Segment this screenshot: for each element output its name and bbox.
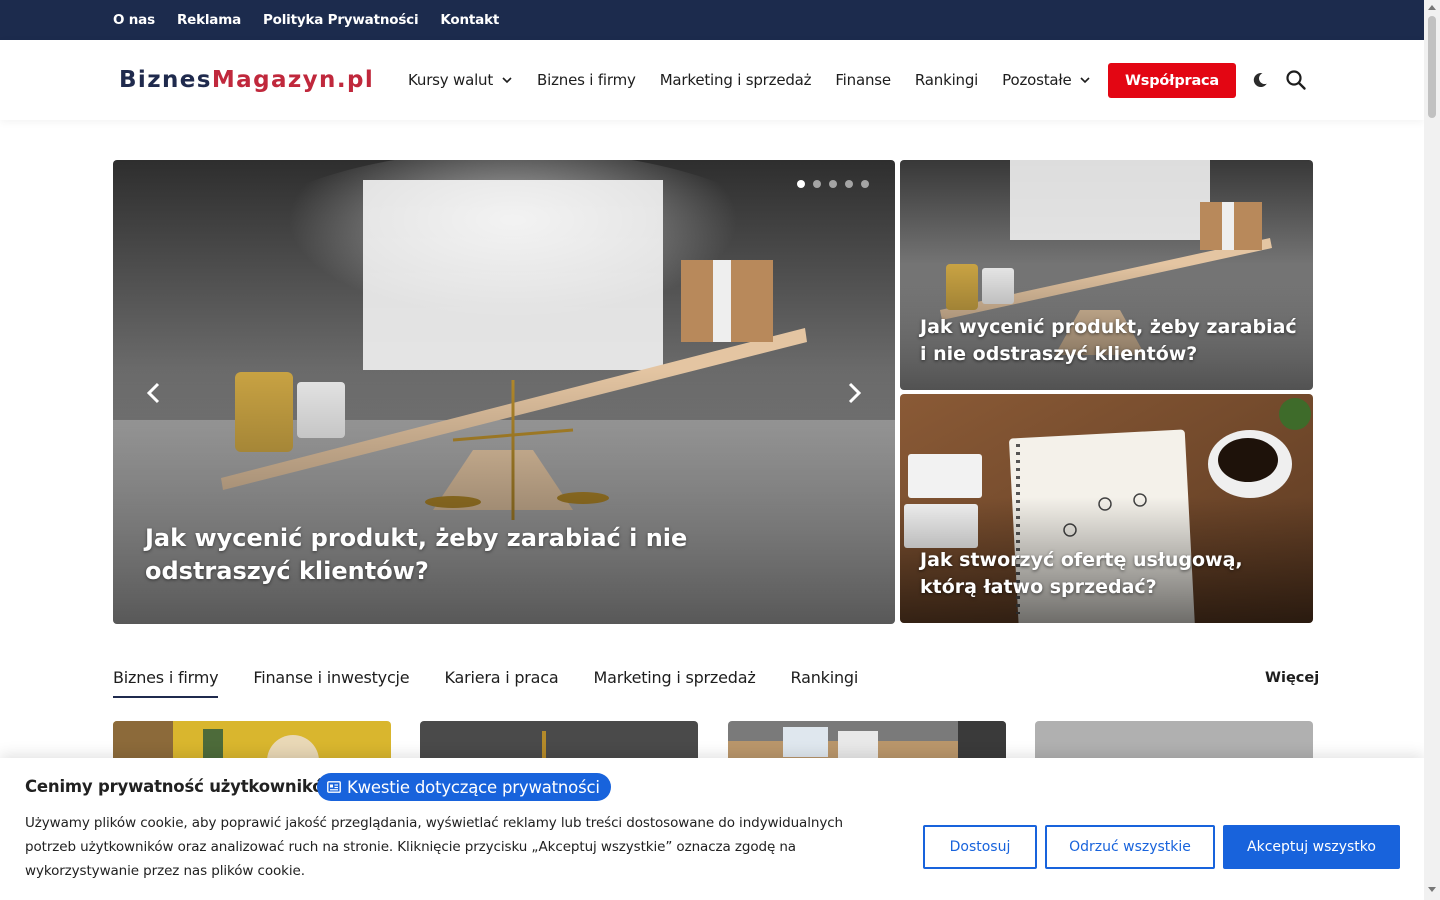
top-bar: O nas Reklama Polityka Prywatności Konta… (0, 0, 1424, 40)
nav-item-label: Marketing i sprzedaż (659, 71, 812, 89)
cookie-title: Cenimy prywatność użytkowników (25, 777, 339, 796)
site-header: BiznesMagazyn.pl Kursy walut Biznes i fi… (0, 40, 1424, 120)
tab-finanse-i-inwestycje[interactable]: Finanse i inwestycje (253, 668, 409, 698)
main-nav: Kursy walut Biznes i firmy Marketing i s… (408, 40, 1115, 120)
search-icon[interactable] (1285, 69, 1307, 91)
tab-marketing-i-sprzedaz[interactable]: Marketing i sprzedaż (593, 668, 755, 698)
logo-part-1: Biznes (119, 67, 212, 93)
tab-rankingi[interactable]: Rankingi (791, 668, 859, 698)
nav-item-finanse[interactable]: Finanse (835, 71, 891, 89)
slider-dot[interactable] (845, 180, 853, 188)
chevron-down-icon (502, 77, 512, 84)
scroll-down-arrow[interactable] (1428, 887, 1436, 892)
category-tabs: Biznes i firmy Finanse i inwestycje Kari… (113, 668, 858, 698)
cookie-description: Używamy plików cookie, aby poprawić jako… (25, 815, 843, 879)
nav-item-label: Biznes i firmy (537, 71, 636, 89)
reject-all-button[interactable]: Odrzuć wszystkie (1045, 825, 1215, 869)
nav-item-kursy-walut[interactable]: Kursy walut (408, 71, 513, 89)
nav-item-pozostale[interactable]: Pozostałe (1002, 71, 1091, 89)
nav-item-label: Kursy walut (408, 71, 494, 89)
slider-dot[interactable] (861, 180, 869, 188)
site-logo[interactable]: BiznesMagazyn.pl (119, 67, 374, 93)
chevron-right-icon[interactable] (841, 378, 867, 408)
hero-slider[interactable]: Jak wycenić produkt, żeby zarabiać i nie… (113, 160, 895, 624)
page-scrollbar[interactable] (1424, 0, 1440, 900)
tab-biznes-i-firmy[interactable]: Biznes i firmy (113, 668, 219, 698)
scroll-thumb[interactable] (1428, 16, 1436, 118)
more-link[interactable]: Więcej (1265, 670, 1319, 686)
top-link-about[interactable]: O nas (113, 12, 155, 28)
moon-icon[interactable] (1251, 71, 1269, 89)
slider-dot[interactable] (797, 180, 805, 188)
slider-dots (797, 180, 869, 188)
nav-item-rankingi[interactable]: Rankingi (915, 71, 978, 89)
slider-dot[interactable] (813, 180, 821, 188)
cookie-banner: Cenimy prywatność użytkowników Kwestie d… (0, 758, 1424, 900)
document-icon (327, 781, 341, 793)
top-link-ads[interactable]: Reklama (177, 12, 241, 28)
privacy-link-label: Kwestie dotyczące prywatności (347, 777, 600, 797)
logo-part-2: Magazyn.pl (211, 67, 375, 93)
nav-item-label: Finanse (835, 71, 891, 89)
top-link-privacy[interactable]: Polityka Prywatności (263, 12, 419, 28)
cooperation-button[interactable]: Współpraca (1108, 63, 1236, 98)
scroll-up-arrow[interactable] (1428, 5, 1436, 10)
hero-title[interactable]: Jak wycenić produkt, żeby zarabiać i nie… (145, 522, 825, 588)
side-article-title[interactable]: Jak wycenić produkt, żeby zarabiać i nie… (920, 314, 1300, 368)
nav-item-marketing[interactable]: Marketing i sprzedaż (660, 71, 812, 89)
tab-kariera-i-praca[interactable]: Kariera i praca (444, 668, 558, 698)
customize-button[interactable]: Dostosuj (923, 825, 1037, 869)
side-article-title[interactable]: Jak stworzyć ofertę usługową, którą łatw… (920, 547, 1300, 601)
chevron-down-icon (1080, 77, 1091, 84)
top-links: O nas Reklama Polityka Prywatności Konta… (113, 0, 499, 40)
slider-dot[interactable] (829, 180, 837, 188)
nav-item-label: Rankingi (914, 71, 979, 89)
privacy-link[interactable]: Kwestie dotyczące prywatności (317, 773, 611, 801)
nav-item-biznes[interactable]: Biznes i firmy (537, 71, 636, 89)
top-link-contact[interactable]: Kontakt (440, 12, 499, 28)
side-article-2[interactable]: Jak stworzyć ofertę usługową, którą łatw… (900, 394, 1313, 623)
side-article-1[interactable]: Jak wycenić produkt, żeby zarabiać i nie… (900, 160, 1313, 390)
chevron-left-icon[interactable] (141, 378, 167, 408)
accept-all-button[interactable]: Akceptuj wszystko (1223, 825, 1400, 869)
nav-item-label: Pozostałe (1002, 71, 1072, 89)
